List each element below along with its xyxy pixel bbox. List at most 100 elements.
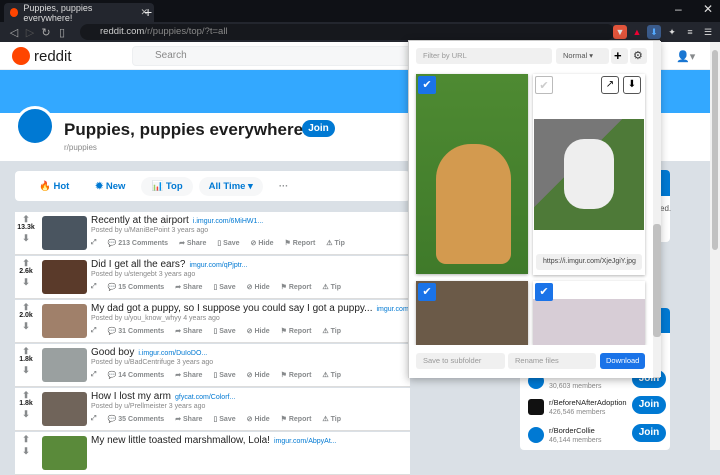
save-button[interactable]: ▯ Save	[213, 283, 235, 291]
downvote-icon[interactable]: ⬇	[15, 233, 37, 243]
post-link[interactable]: imgur.com/AbpyAt...	[274, 438, 337, 445]
post-thumbnail[interactable]	[42, 392, 87, 426]
reddit-logo[interactable]: reddit	[12, 47, 72, 65]
time-filter-dropdown[interactable]: All Time ▾	[198, 176, 263, 196]
reload-icon[interactable]: ↻	[38, 26, 54, 39]
checkbox-checked-icon[interactable]: ✔	[535, 283, 553, 301]
post-title[interactable]: Good boy i.imgur.com/DuIoDO...	[91, 347, 207, 358]
share-button[interactable]: ➦ Share	[175, 415, 202, 423]
upvote-icon[interactable]: ⬆	[15, 346, 37, 356]
post-row[interactable]: ⬆ 1.8k ⬇ Good boy i.imgur.com/DuIoDO... Post…	[15, 344, 410, 387]
browser-tab[interactable]: Puppies, puppies everywhere! ✕	[4, 3, 154, 23]
checkbox-checked-icon[interactable]: ✔	[418, 283, 436, 301]
save-button[interactable]: ▯ Save	[213, 371, 235, 379]
post-title[interactable]: My new little toasted marshmallow, Lola!…	[91, 435, 337, 446]
report-button[interactable]: ⚑ Report	[281, 415, 312, 423]
community-join-button[interactable]: Join	[632, 396, 666, 414]
sort-hot[interactable]: 🔥 Hot	[29, 177, 79, 196]
hide-button[interactable]: ⊘ Hide	[247, 283, 270, 291]
download-icon[interactable]: ⬇	[623, 76, 641, 94]
post-title[interactable]: My dad got a puppy, so I suppose you cou…	[91, 303, 434, 314]
tip-button[interactable]: ⚠ Tip	[326, 239, 345, 247]
share-button[interactable]: ➦ Share	[175, 327, 202, 335]
downvote-icon[interactable]: ⬇	[15, 365, 37, 375]
upvote-icon[interactable]: ⬆	[15, 302, 37, 312]
subfolder-input[interactable]: Save to subfolder	[416, 353, 505, 369]
upvote-icon[interactable]: ⬆	[15, 390, 37, 400]
hide-button[interactable]: ⊘ Hide	[251, 239, 274, 247]
more-options[interactable]: ···	[269, 177, 299, 196]
checkbox-checked-icon[interactable]: ✔	[418, 76, 436, 94]
minimize-button[interactable]: –	[675, 2, 682, 16]
downvote-icon[interactable]: ⬇	[15, 277, 37, 287]
sort-new[interactable]: ✹ New	[85, 177, 135, 196]
post-thumbnail[interactable]	[42, 304, 87, 338]
share-button[interactable]: ➦ Share	[179, 239, 206, 247]
post-row[interactable]: ⬆ ⬇ My new little toasted marshmallow, Lo…	[15, 432, 410, 475]
close-window-button[interactable]: ✕	[703, 2, 713, 16]
rewards-icon[interactable]: ▲	[630, 25, 644, 39]
post-title[interactable]: Recently at the airport i.imgur.com/6MiHW…	[91, 215, 263, 226]
tip-button[interactable]: ⚠ Tip	[322, 283, 341, 291]
post-thumbnail[interactable]	[42, 260, 87, 294]
post-thumbnail[interactable]	[42, 348, 87, 382]
comments-button[interactable]: 💬 213 Comments	[108, 239, 168, 247]
downvote-icon[interactable]: ⬇	[15, 321, 37, 331]
url-input[interactable]: reddit.com/r/puppies/top/?t=all	[80, 24, 615, 40]
page-scrollbar[interactable]	[710, 42, 720, 450]
post-link[interactable]: i.imgur.com/DuIoDO...	[138, 350, 207, 357]
download-button[interactable]: Download	[600, 353, 645, 369]
post-title[interactable]: Did I get all the ears? imgur.com/qPjptr.…	[91, 259, 247, 270]
user-menu-icon[interactable]: 👤▾	[676, 50, 695, 63]
comments-button[interactable]: 💬 15 Comments	[108, 283, 165, 291]
back-icon[interactable]: ◁	[6, 26, 22, 39]
upvote-icon[interactable]: ⬆	[15, 434, 37, 444]
save-button[interactable]: ▯ Save	[217, 239, 239, 247]
report-button[interactable]: ⚑ Report	[285, 239, 316, 247]
community-join-button[interactable]: Join	[632, 424, 666, 442]
filter-url-input[interactable]: Filter by URL	[416, 48, 552, 64]
post-thumbnail[interactable]	[42, 216, 87, 250]
save-button[interactable]: ▯ Save	[213, 327, 235, 335]
post-row[interactable]: ⬆ 2.6k ⬇ Did I get all the ears? imgur.com/…	[15, 256, 410, 299]
new-tab-button[interactable]: +	[144, 4, 152, 20]
comments-button[interactable]: 💬 35 Comments	[108, 415, 165, 423]
add-filter-button[interactable]: +	[611, 48, 628, 64]
menu-icon[interactable]: ☰	[701, 25, 715, 39]
community-item[interactable]: r/BeforeNAfterAdoption 426,546 members	[528, 398, 627, 416]
image-card[interactable]: ✔ ↗ ⬇ https://i.imgur.com/XjeJgiY.jpg	[533, 74, 645, 275]
image-url[interactable]: https://i.imgur.com/XjeJgiY.jpg	[536, 254, 642, 270]
tip-button[interactable]: ⚠ Tip	[322, 371, 341, 379]
settings-button[interactable]: ⚙	[630, 48, 647, 64]
upvote-icon[interactable]: ⬆	[15, 258, 37, 268]
post-thumbnail[interactable]	[42, 436, 87, 470]
extensions-icon[interactable]: ✦	[665, 25, 679, 39]
comments-button[interactable]: 💬 31 Comments	[108, 327, 165, 335]
save-button[interactable]: ▯ Save	[213, 415, 235, 423]
popup-scrollbar[interactable]	[653, 41, 661, 377]
expand-icon[interactable]: ⤢	[91, 415, 97, 423]
post-link[interactable]: i.imgur.com/6MiHW1...	[193, 218, 263, 225]
image-card[interactable]: ✔	[416, 281, 528, 345]
hide-button[interactable]: ⊘ Hide	[247, 327, 270, 335]
expand-icon[interactable]: ⤢	[91, 283, 97, 291]
expand-icon[interactable]: ⤢	[91, 327, 97, 335]
image-card[interactable]: ✔	[533, 281, 645, 345]
bookmark-icon[interactable]: ▯	[54, 26, 70, 39]
upvote-icon[interactable]: ⬆	[15, 214, 37, 224]
report-button[interactable]: ⚑ Report	[281, 327, 312, 335]
comments-button[interactable]: 💬 14 Comments	[108, 371, 165, 379]
forward-icon[interactable]: ▷	[22, 26, 38, 39]
tip-button[interactable]: ⚠ Tip	[322, 415, 341, 423]
checkbox-unchecked-icon[interactable]: ✔	[535, 76, 553, 94]
hide-button[interactable]: ⊘ Hide	[247, 371, 270, 379]
post-row[interactable]: ⬆ 1.8k ⬇ How I lost my arm gfycat.com/Color…	[15, 388, 410, 431]
report-button[interactable]: ⚑ Report	[281, 283, 312, 291]
post-link[interactable]: imgur.com/qPjptr...	[190, 262, 248, 269]
post-row[interactable]: ⬆ 13.3k ⬇ Recently at the airport i.imgur.c…	[15, 212, 410, 255]
downvote-icon[interactable]: ⬇	[15, 409, 37, 419]
search-input[interactable]: Search	[132, 46, 412, 66]
sort-top[interactable]: 📊 Top	[141, 176, 193, 196]
post-link[interactable]: gfycat.com/Colorf...	[175, 394, 235, 401]
image-downloader-extension-icon[interactable]: ⬇	[647, 25, 661, 39]
